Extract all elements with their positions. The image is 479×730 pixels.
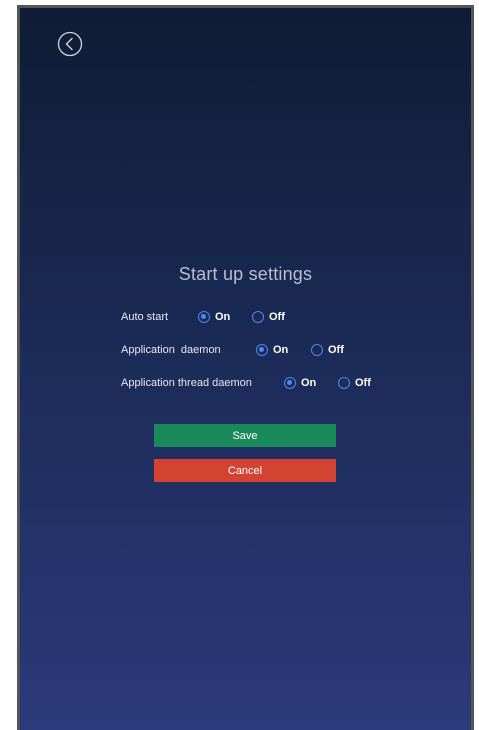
radio-unchecked-icon <box>252 311 264 323</box>
radio-application-thread-daemon-on[interactable]: On <box>284 374 316 392</box>
radio-checked-icon <box>198 311 210 323</box>
radio-unchecked-icon <box>311 344 323 356</box>
radio-label: Off <box>328 344 344 356</box>
radio-label: On <box>215 311 231 323</box>
setting-label: Application thread daemon <box>121 377 252 389</box>
radio-application-thread-daemon-off[interactable]: Off <box>338 374 371 392</box>
setting-row-auto-start: Auto start On Off <box>121 308 421 328</box>
radio-label: Off <box>269 311 285 323</box>
radio-unchecked-icon <box>338 377 350 389</box>
radio-application-daemon-on[interactable]: On <box>256 341 288 359</box>
setting-row-application-daemon: Application daemon On Off <box>121 341 451 361</box>
save-button[interactable]: Save <box>154 424 336 447</box>
back-icon <box>57 31 83 57</box>
cancel-button[interactable]: Cancel <box>154 459 336 482</box>
setting-label: Application daemon <box>121 344 221 356</box>
setting-label: Auto start <box>121 311 169 323</box>
radio-auto-start-off[interactable]: Off <box>252 308 285 326</box>
radio-application-daemon-off[interactable]: Off <box>311 341 344 359</box>
app-screen: Start up settings Auto start On Off Appl… <box>20 8 471 730</box>
radio-label: Off <box>355 377 371 389</box>
radio-auto-start-on[interactable]: On <box>198 308 230 326</box>
radio-label: On <box>273 344 289 356</box>
radio-checked-icon <box>256 344 268 356</box>
radio-label: On <box>301 377 317 389</box>
page-title: Start up settings <box>178 264 313 284</box>
back-button[interactable] <box>57 31 83 57</box>
device-frame: Start up settings Auto start On Off Appl… <box>17 5 474 730</box>
radio-checked-icon <box>284 377 296 389</box>
setting-row-application-thread-daemon: Application thread daemon On Off <box>121 374 461 394</box>
